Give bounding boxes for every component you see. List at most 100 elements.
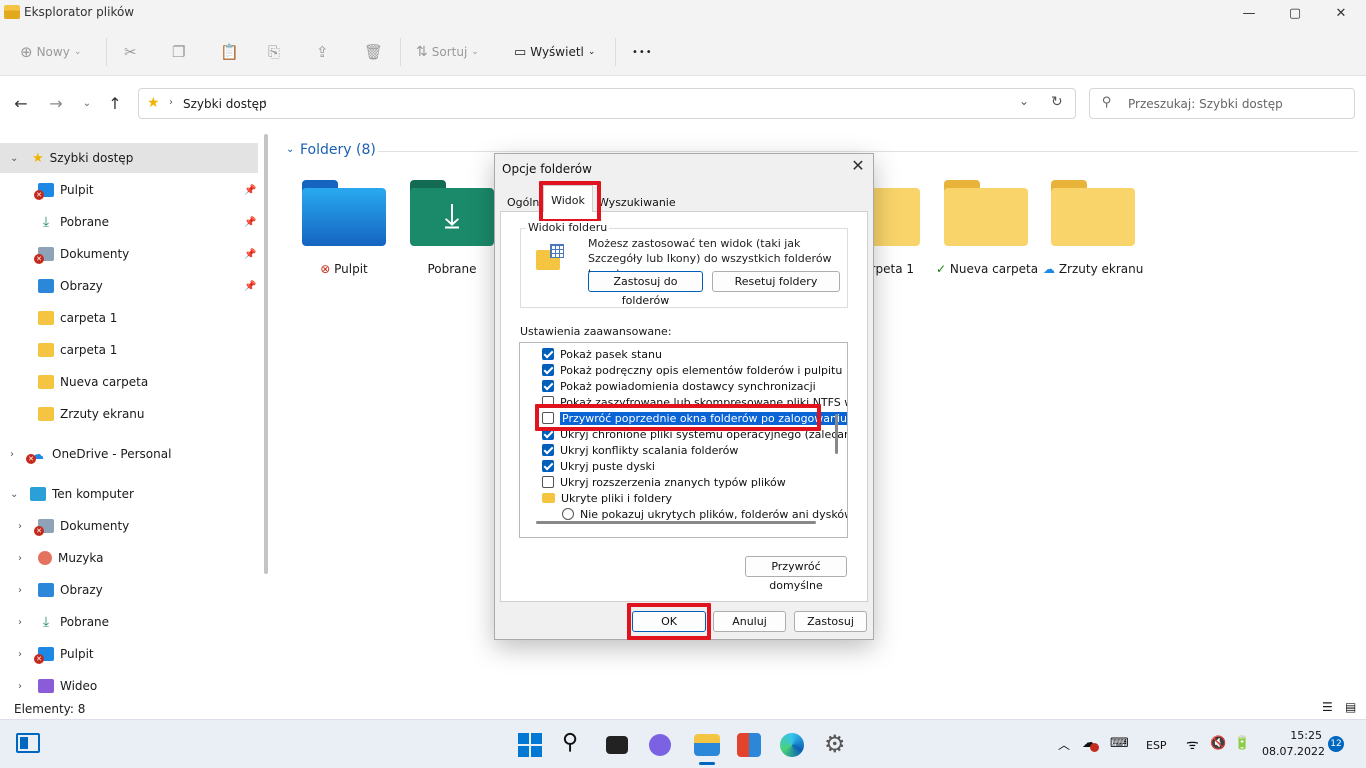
sidebar-item-folder[interactable]: carpeta 1 xyxy=(0,303,258,333)
checkbox-checked[interactable] xyxy=(542,460,554,472)
checkbox[interactable] xyxy=(542,476,554,488)
setting-item[interactable]: Ukryj puste dyski xyxy=(542,458,655,474)
pin-icon[interactable]: 📌 xyxy=(244,217,256,228)
apply-button[interactable]: Zastosuj xyxy=(794,611,867,632)
sidebar-item-desktop[interactable]: ✕ Pulpit 📌 xyxy=(0,175,258,205)
setting-item[interactable]: Ukryj konflikty scalania folderów xyxy=(542,442,738,458)
share-icon[interactable]: ⇪ xyxy=(316,41,329,63)
edge-icon[interactable] xyxy=(780,733,804,757)
sidebar-item-pictures[interactable]: › Obrazy xyxy=(0,575,258,605)
paste-icon[interactable]: 📋 xyxy=(220,41,239,63)
store-icon[interactable] xyxy=(737,733,761,757)
setting-item[interactable]: Pokaż podręczny opis elementów folderów … xyxy=(542,362,842,378)
folder-tile-new-folder[interactable]: ✓ Nueva carpeta xyxy=(936,176,1038,276)
sidebar-item-pictures[interactable]: Obrazy 📌 xyxy=(0,271,258,301)
recent-chevron-icon[interactable]: ⌄ xyxy=(76,98,98,109)
address-bar[interactable]: ★ › Szybki dostęp › ⌄ ↻ xyxy=(138,88,1076,119)
chevron-down-icon[interactable]: ⌄ xyxy=(286,144,294,155)
checkbox-checked[interactable] xyxy=(542,444,554,456)
delete-icon[interactable]: 🗑 xyxy=(364,41,383,63)
widgets-icon[interactable] xyxy=(16,733,40,753)
address-dropdown-icon[interactable]: ⌄ xyxy=(1019,94,1029,108)
search-box[interactable]: ⚲ Przeszukaj: Szybki dostęp xyxy=(1089,88,1355,119)
refresh-icon[interactable]: ↻ xyxy=(1051,94,1063,110)
tiles-view-icon[interactable]: ▤ xyxy=(1345,700,1356,714)
reset-folders-button[interactable]: Resetuj foldery xyxy=(712,271,840,292)
folder-tile-desktop[interactable]: ⊗ Pulpit xyxy=(294,176,394,276)
search-icon[interactable]: ⚲ xyxy=(562,730,578,755)
sidebar-item-downloads[interactable]: › ⤓ Pobrane xyxy=(0,607,258,637)
folder-tile-screenshots[interactable]: ☁ Zrzuty ekranu xyxy=(1043,176,1143,276)
language-indicator[interactable]: ESP xyxy=(1146,739,1167,752)
sidebar-item-downloads[interactable]: ⤓ Pobrane 📌 xyxy=(0,207,258,237)
search-input[interactable]: Przeszukaj: Szybki dostęp xyxy=(1128,97,1283,111)
file-explorer-taskbar-icon[interactable] xyxy=(694,734,720,756)
items-count: Elementy: 8 xyxy=(14,702,86,716)
notification-badge[interactable]: 12 xyxy=(1328,736,1344,752)
sidebar-item-label: Nueva carpeta xyxy=(60,375,149,389)
sidebar-item-quick-access[interactable]: ⌄ ★ Szybki dostęp xyxy=(0,143,258,173)
group-header[interactable]: Foldery (8) xyxy=(300,142,376,158)
back-arrow-icon[interactable]: ← xyxy=(10,94,32,113)
speaker-muted-icon[interactable]: 🔇 xyxy=(1210,736,1226,751)
settings-gear-icon[interactable]: ⚙ xyxy=(824,730,846,758)
sidebar-item-documents[interactable]: › ✕ Dokumenty xyxy=(0,511,258,541)
sidebar-item-documents[interactable]: ✕ Dokumenty 📌 xyxy=(0,239,258,269)
dialog-close-icon[interactable]: ✕ xyxy=(848,156,868,175)
checkbox-checked[interactable] xyxy=(542,380,554,392)
breadcrumb-quick-access[interactable]: Szybki dostęp xyxy=(183,97,267,111)
pin-icon[interactable]: 📌 xyxy=(244,185,256,196)
pin-icon[interactable]: 📌 xyxy=(244,281,256,292)
forward-arrow-icon[interactable]: → xyxy=(45,94,67,113)
radio-button[interactable] xyxy=(562,508,574,520)
checkbox-checked[interactable] xyxy=(542,348,554,360)
setting-item[interactable]: Pokaż powiadomienia dostawcy synchroniza… xyxy=(542,378,816,394)
wifi-icon[interactable]: ᯤ xyxy=(1186,735,1199,754)
onedrive-error-icon[interactable]: ☁ xyxy=(1082,735,1099,752)
sidebar-item-desktop[interactable]: › ✕ Pulpit xyxy=(0,639,258,669)
close-button[interactable]: ✕ xyxy=(1326,4,1356,24)
new-button[interactable]: ⊕ Nowy ⌄ xyxy=(20,41,81,63)
sort-button[interactable]: ⇅ Sortuj ⌄ xyxy=(416,41,479,63)
apply-to-folders-button[interactable]: Zastosuj do folderów xyxy=(588,271,703,307)
chevron-up-icon[interactable]: ︿ xyxy=(1058,736,1070,753)
up-arrow-icon[interactable]: ↑ xyxy=(104,94,126,113)
sidebar-item-music[interactable]: › Muzyka xyxy=(0,543,258,573)
folder-tile-downloads[interactable]: ⤓ Pobrane xyxy=(402,176,502,276)
sidebar-item-folder[interactable]: carpeta 1 xyxy=(0,335,258,365)
more-options-button[interactable]: ••• xyxy=(632,41,653,63)
list-scrollbar[interactable] xyxy=(835,414,838,454)
pin-icon[interactable]: 📌 xyxy=(244,249,256,260)
chat-icon[interactable] xyxy=(649,734,671,756)
sidebar-item-folder[interactable]: Nueva carpeta xyxy=(0,367,258,397)
cancel-button[interactable]: Anuluj xyxy=(713,611,786,632)
setting-item[interactable]: Nie pokazuj ukrytych plików, folderów an… xyxy=(562,506,847,522)
clock-time[interactable]: 15:25 xyxy=(1290,729,1322,742)
checkbox-checked[interactable] xyxy=(542,364,554,376)
start-icon[interactable] xyxy=(518,733,542,757)
maximize-button[interactable]: ▢ xyxy=(1280,4,1310,24)
battery-icon[interactable]: 🔋 xyxy=(1234,736,1250,751)
cut-icon[interactable]: ✂ xyxy=(124,41,137,63)
setting-item[interactable]: Pokaż pasek stanu xyxy=(542,346,662,362)
copy-icon[interactable]: ❐ xyxy=(172,41,185,63)
advanced-settings-list[interactable]: Pokaż pasek stanu Pokaż podręczny opis e… xyxy=(519,342,848,538)
sidebar-item-this-pc[interactable]: ⌄ Ten komputer xyxy=(0,479,258,509)
minimize-button[interactable]: — xyxy=(1234,4,1264,24)
sidebar-item-onedrive[interactable]: › ☁ ✕ OneDrive - Personal xyxy=(0,439,258,469)
keyboard-icon[interactable]: ⌨ xyxy=(1110,736,1129,751)
restore-defaults-button[interactable]: Przywróć domyślne xyxy=(745,556,847,592)
rename-icon[interactable]: ⎘ xyxy=(268,41,280,63)
view-button[interactable]: ▭ Wyświetl ⌄ xyxy=(514,41,595,63)
tab-search[interactable]: Wyszukiwanie xyxy=(598,196,676,212)
clock-date[interactable]: 08.07.2022 xyxy=(1262,745,1325,758)
list-horizontal-scrollbar[interactable] xyxy=(536,521,816,524)
cloud-icon: ☁ xyxy=(1043,262,1055,276)
folder-icon xyxy=(38,311,54,325)
details-view-icon[interactable]: ☰ xyxy=(1322,700,1333,714)
sidebar-scrollbar[interactable] xyxy=(264,134,268,574)
task-view-icon[interactable] xyxy=(606,736,628,754)
sidebar-item-folder[interactable]: Zrzuty ekranu xyxy=(0,399,258,429)
window-title: Eksplorator plików xyxy=(24,5,135,19)
setting-item[interactable]: Ukryj rozszerzenia znanych typów plików xyxy=(542,474,786,490)
